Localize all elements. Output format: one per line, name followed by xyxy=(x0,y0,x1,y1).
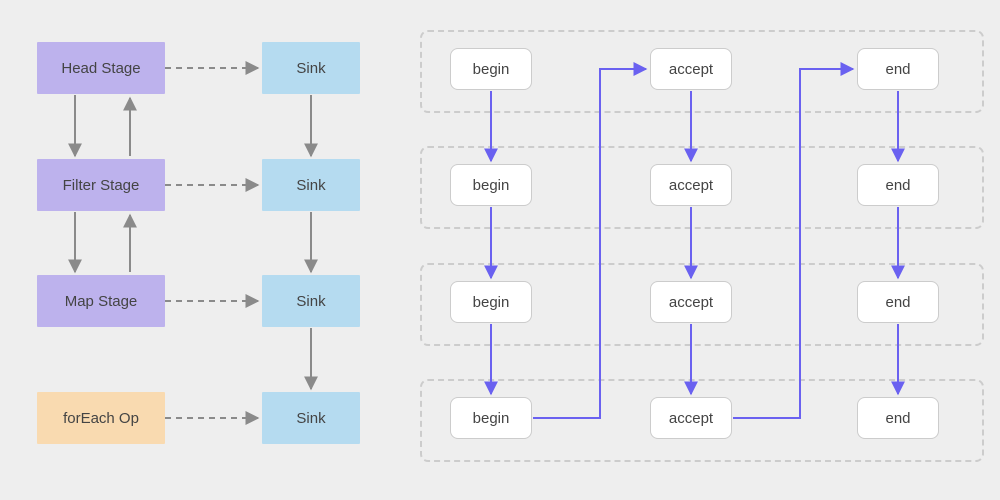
stage-head-label: Head Stage xyxy=(61,60,140,77)
node-accept-3: accept xyxy=(650,397,732,439)
arrow-accept3-end0 xyxy=(733,69,853,418)
node-begin-2: begin xyxy=(450,281,532,323)
node-end-2: end xyxy=(857,281,939,323)
node-accept-2: accept xyxy=(650,281,732,323)
node-begin-0: begin xyxy=(450,48,532,90)
sink-3: Sink xyxy=(262,392,360,444)
sink-1: Sink xyxy=(262,159,360,211)
node-end-0: end xyxy=(857,48,939,90)
arrow-begin3-accept0 xyxy=(533,69,646,418)
node-begin-3: begin xyxy=(450,397,532,439)
node-accept-0: accept xyxy=(650,48,732,90)
sink-0: Sink xyxy=(262,42,360,94)
stage-head: Head Stage xyxy=(37,42,165,94)
sink-2: Sink xyxy=(262,275,360,327)
node-end-3: end xyxy=(857,397,939,439)
sink-0-label: Sink xyxy=(296,60,325,77)
sink-2-label: Sink xyxy=(296,293,325,310)
stage-filter-label: Filter Stage xyxy=(63,177,140,194)
stage-map-label: Map Stage xyxy=(65,293,138,310)
op-foreach-label: forEach Op xyxy=(63,410,139,427)
node-accept-1: accept xyxy=(650,164,732,206)
sink-3-label: Sink xyxy=(296,410,325,427)
op-foreach: forEach Op xyxy=(37,392,165,444)
stage-filter: Filter Stage xyxy=(37,159,165,211)
node-begin-1: begin xyxy=(450,164,532,206)
node-end-1: end xyxy=(857,164,939,206)
sink-1-label: Sink xyxy=(296,177,325,194)
stage-map: Map Stage xyxy=(37,275,165,327)
